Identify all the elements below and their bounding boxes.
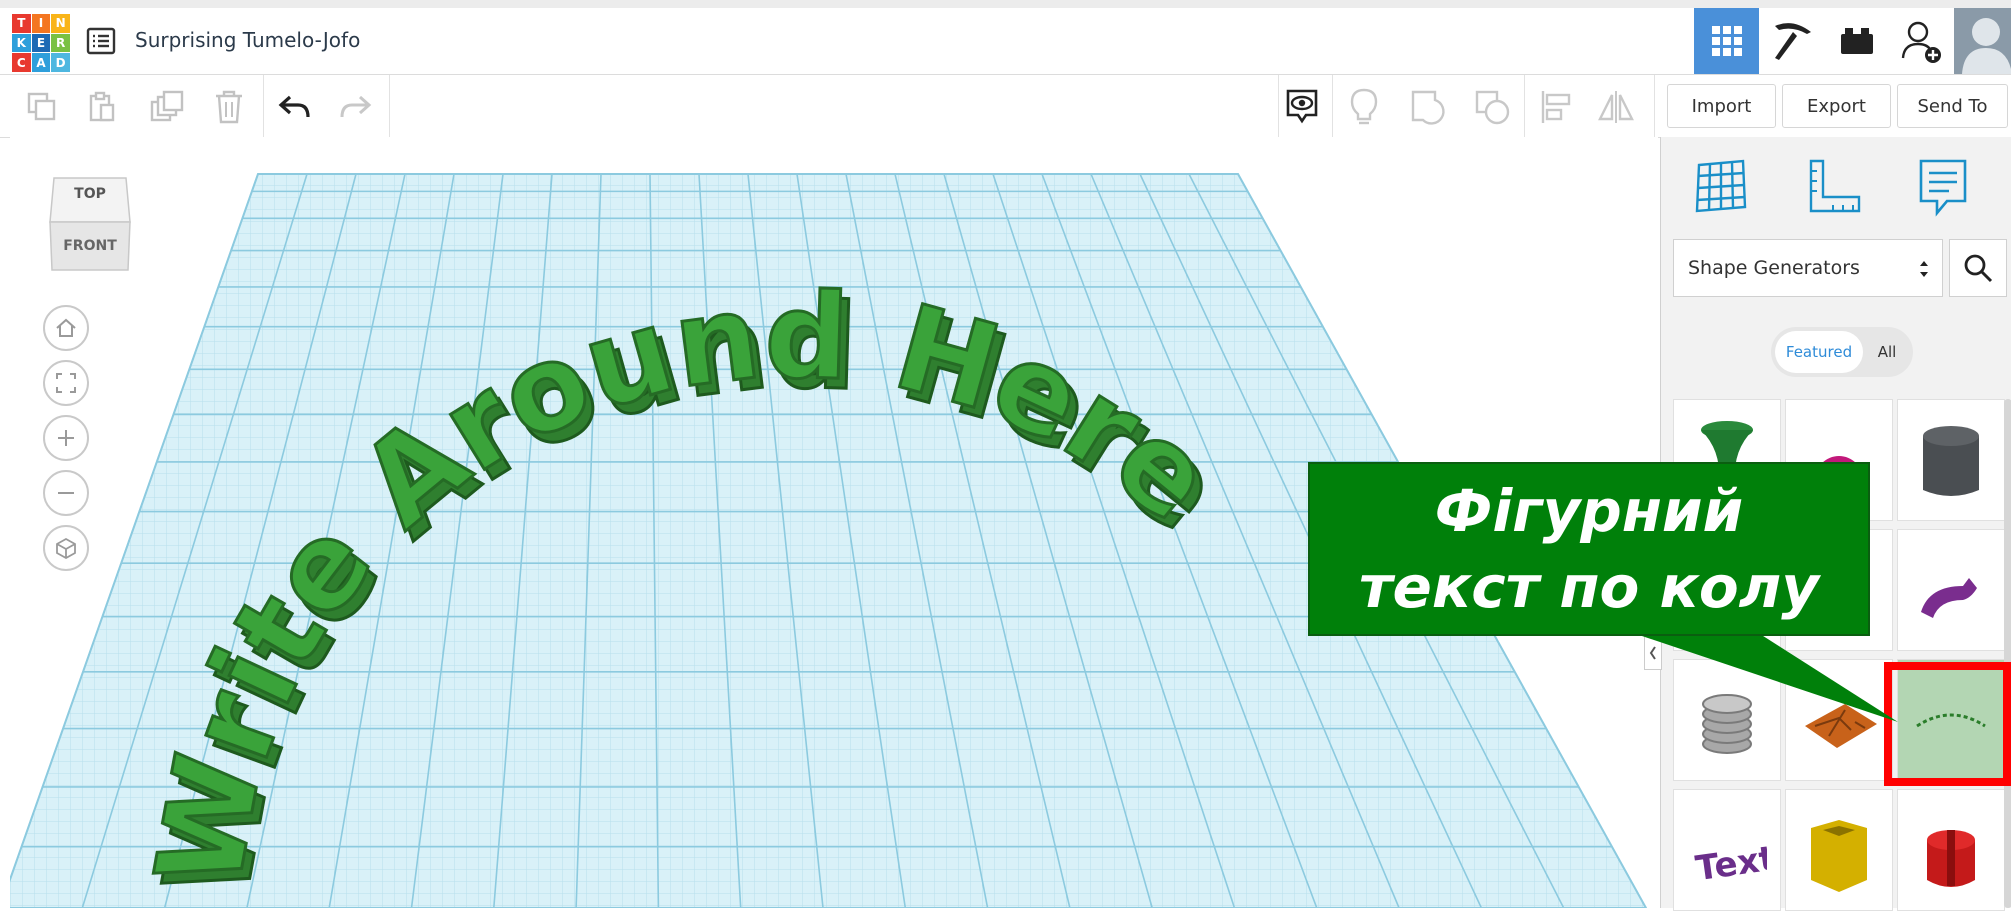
logo-letter-c: C: [12, 53, 31, 72]
plus-icon: [58, 430, 74, 446]
shape-tile-red-clip[interactable]: [1897, 789, 2005, 911]
edit-toolbar: Import Export Send To: [0, 75, 2011, 138]
view-cube-front-label[interactable]: FRONT: [48, 238, 132, 254]
perspective-button[interactable]: [43, 525, 89, 571]
svg-text:Text: Text: [1693, 838, 1767, 889]
highlight-box: [1884, 662, 2011, 786]
logo-letter-r: R: [51, 33, 70, 53]
logo-letter-e: E: [31, 33, 51, 53]
paste-icon[interactable]: [80, 85, 124, 129]
annotation-callout: Фігурний текст по колу: [1308, 462, 1870, 636]
fit-icon: [56, 373, 76, 393]
home-icon: [56, 318, 76, 337]
collapse-panel-arrow[interactable]: [1644, 636, 1662, 670]
select-arrows-icon: [1920, 261, 1928, 277]
tab-featured[interactable]: Featured: [1775, 331, 1863, 373]
logo-letter-i: I: [31, 14, 51, 33]
panel-scrollbar[interactable]: [2004, 399, 2011, 908]
shape-tile-purple-tube[interactable]: [1897, 529, 2005, 651]
3d-design-view-button[interactable]: [1694, 8, 1759, 74]
brick-icon: [1840, 28, 1873, 54]
workplane-tool-icon[interactable]: [1689, 155, 1753, 219]
project-title[interactable]: Surprising Tumelo-Jofo: [135, 28, 360, 52]
callout-line-1: Фігурний: [1434, 477, 1744, 545]
featured-all-toggle: Featured All: [1771, 327, 1913, 377]
search-icon: [1964, 254, 1993, 283]
zoom-in-button[interactable]: [43, 415, 89, 461]
cube-icon: [56, 537, 76, 559]
view-cube[interactable]: TOP FRONT: [48, 170, 132, 274]
view-cube-top-label[interactable]: TOP: [48, 186, 132, 202]
toolbar-divider: [1524, 75, 1525, 137]
toolbar-divider: [1654, 75, 1655, 137]
pickaxe-icon: [1774, 23, 1811, 60]
tinkercad-logo[interactable]: T I N K E R C A D: [12, 14, 70, 72]
lightbulb-icon[interactable]: [1342, 85, 1386, 129]
shape-tile-brick-pattern[interactable]: [1785, 659, 1893, 781]
mirror-icon[interactable]: [1594, 85, 1638, 129]
copy-icon[interactable]: [20, 85, 64, 129]
toolbar-divider: [1278, 75, 1279, 137]
undo-icon[interactable]: [273, 85, 317, 129]
show-hide-icon[interactable]: [1280, 85, 1324, 129]
toolbar-divider: [1332, 75, 1333, 137]
zoom-out-button[interactable]: [43, 470, 89, 516]
group-icon[interactable]: [1406, 85, 1450, 129]
blocks-view-button[interactable]: [1824, 8, 1889, 74]
user-avatar-icon: [1962, 18, 2011, 74]
shape-tile-text-shape[interactable]: Text: [1673, 789, 1781, 911]
home-view-button[interactable]: [43, 305, 89, 351]
add-user-icon: [1901, 21, 1941, 63]
send-to-button[interactable]: Send To: [1897, 84, 2008, 128]
shape-category-select[interactable]: Shape Generators: [1673, 239, 1943, 297]
logo-letter-t: T: [12, 14, 31, 33]
ungroup-icon[interactable]: [1470, 85, 1514, 129]
duplicate-icon[interactable]: [145, 85, 189, 129]
svg-text:Write Around Here: Write Around Here: [129, 266, 1238, 897]
top-bar: T I N K E R C A D Surprising Tumelo-Jofo: [0, 0, 2011, 75]
shape-category-value: Shape Generators: [1688, 257, 1860, 279]
invite-user-button[interactable]: [1889, 8, 1954, 74]
logo-letter-n: N: [51, 14, 70, 33]
minecraft-view-button[interactable]: [1759, 8, 1824, 74]
align-icon[interactable]: [1534, 85, 1578, 129]
toolbar-divider: [389, 75, 390, 137]
design-list-icon[interactable]: [86, 26, 116, 56]
import-button[interactable]: Import: [1667, 84, 1776, 128]
shape-tile-threads[interactable]: [1673, 659, 1781, 781]
logo-letter-d: D: [51, 53, 70, 72]
redo-icon[interactable]: [333, 85, 377, 129]
minus-icon: [58, 492, 74, 494]
ruler-icon[interactable]: [1801, 155, 1865, 219]
callout-line-2: текст по колу: [1358, 553, 1820, 621]
toolbar-divider: [263, 75, 264, 137]
export-button[interactable]: Export: [1782, 84, 1891, 128]
delete-icon[interactable]: [207, 85, 251, 129]
shape-search-button[interactable]: [1949, 239, 2007, 297]
avatar[interactable]: [1954, 8, 2011, 74]
notes-icon[interactable]: [1911, 155, 1975, 219]
chevron-left-icon: [1649, 646, 1656, 660]
shape-tile-yellow-square-tube[interactable]: [1785, 789, 1893, 911]
fit-view-button[interactable]: [43, 360, 89, 406]
grid-view-icon: [1711, 26, 1742, 56]
shape-tile-dark-cylinder[interactable]: [1897, 399, 2005, 521]
tab-all[interactable]: All: [1865, 331, 1909, 373]
logo-letter-a: A: [31, 53, 51, 72]
logo-letter-k: K: [12, 33, 31, 53]
